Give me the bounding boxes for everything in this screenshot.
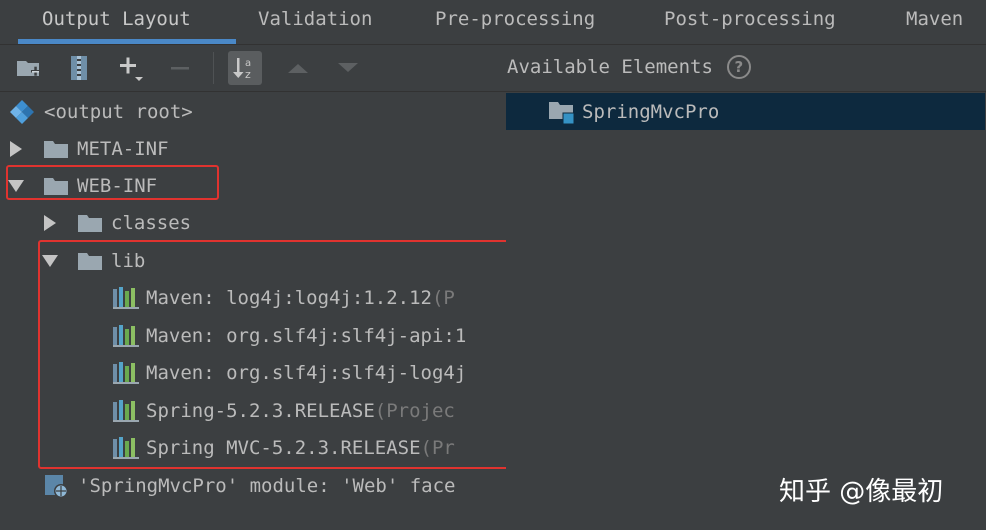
move-down-icon <box>338 63 358 72</box>
move-down-button[interactable] <box>331 51 365 85</box>
tree-item-classes[interactable]: classes <box>40 204 191 241</box>
expand-arrow-icon[interactable] <box>40 213 60 233</box>
output-layout-tree: <output root> META-INF WEB-INF classes l… <box>0 92 506 530</box>
archive-icon <box>71 56 87 80</box>
tab-output-layout[interactable]: Output Layout <box>42 0 191 42</box>
available-elements-title: Available Elements <box>507 56 713 78</box>
create-archive-button[interactable] <box>62 51 96 85</box>
tab-pre-processing[interactable]: Pre-processing <box>435 0 595 42</box>
tree-item-label: classes <box>111 211 192 234</box>
new-folder-button[interactable] <box>12 51 46 85</box>
svg-text:z: z <box>245 68 251 81</box>
output-root-icon <box>8 98 36 126</box>
web-facet-icon <box>44 473 70 499</box>
move-up-button[interactable] <box>281 51 315 85</box>
toolbar-separator <box>213 52 214 84</box>
folder-icon <box>43 138 69 160</box>
add-button[interactable] <box>112 51 146 85</box>
tree-item-output-root[interactable]: <output root> <box>8 93 193 130</box>
available-item-springmvcpro[interactable]: SpringMvcPro <box>506 93 985 130</box>
move-up-icon <box>288 64 308 73</box>
expand-arrow-icon[interactable] <box>6 139 26 159</box>
new-folder-icon <box>17 61 40 76</box>
tab-validation[interactable]: Validation <box>258 0 372 42</box>
tree-item-web-facet[interactable]: 'SpringMvcPro' module: 'Web' face <box>44 467 456 504</box>
help-icon[interactable]: ? <box>726 55 751 79</box>
watermark: 知乎 @像最初 <box>779 477 944 507</box>
tab-post-processing[interactable]: Post-processing <box>664 0 836 42</box>
tab-maven[interactable]: Maven <box>906 0 963 42</box>
folder-icon <box>77 212 103 234</box>
available-item-label: SpringMvcPro <box>582 100 720 123</box>
available-elements-header: Available Elements ? <box>507 52 751 82</box>
tree-item-label: META-INF <box>77 137 169 160</box>
tree-item-meta-inf[interactable]: META-INF <box>6 130 169 167</box>
tree-item-label: <output root> <box>44 100 193 123</box>
sort-alpha-icon: a z <box>233 58 251 81</box>
available-elements-panel: SpringMvcPro <box>506 92 986 530</box>
tree-item-label: 'SpringMvcPro' module: 'Web' face <box>78 474 456 497</box>
layout-toolbar: a z <box>0 45 506 91</box>
add-icon <box>120 57 143 81</box>
highlight-box-web-inf <box>6 165 219 200</box>
module-folder-icon <box>548 99 576 125</box>
remove-button[interactable] <box>163 51 197 85</box>
tab-bar: Output Layout Validation Pre-processing … <box>0 0 986 45</box>
remove-icon <box>171 67 189 70</box>
active-tab-indicator <box>18 39 236 44</box>
highlight-box-lib <box>38 240 506 469</box>
sort-alphabetically-button[interactable]: a z <box>228 51 262 85</box>
